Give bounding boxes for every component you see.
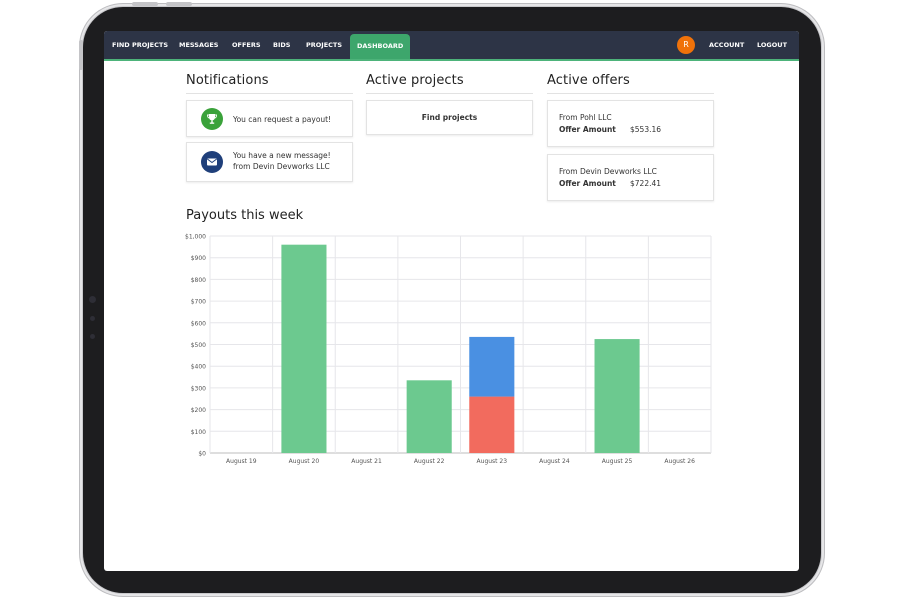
- y-tick-label: $200: [191, 407, 206, 414]
- chart-bar[interactable]: [594, 339, 640, 453]
- offer-from: From Devin Devworks LLC: [559, 167, 657, 176]
- notification-text: You can request a payout!: [233, 115, 332, 124]
- divider: [547, 93, 714, 94]
- sensor-icon: [90, 334, 95, 339]
- active-projects-title: Active projects: [366, 73, 464, 88]
- offer-amount-label: Offer Amount: [559, 125, 616, 134]
- power-button: [166, 2, 192, 6]
- top-navbar: FIND PROJECTS MESSAGES OFFERS BIDS PROJE…: [104, 31, 799, 61]
- y-tick-label: $0: [198, 451, 206, 458]
- y-tick-label: $300: [191, 385, 206, 392]
- find-projects-button[interactable]: Find projects: [367, 113, 532, 122]
- payouts-title: Payouts this week: [186, 208, 304, 223]
- y-tick-label: $500: [191, 342, 206, 349]
- payouts-chart: $0 $100 $200 $300 $400 $500 $600 $700 $800 $900 $1…: [185, 234, 712, 465]
- camera-icon: [89, 296, 96, 303]
- chart-bar[interactable]: [469, 336, 515, 397]
- y-tick-label: $400: [191, 364, 206, 371]
- nav-bids[interactable]: BIDS: [273, 31, 290, 59]
- notification-card-payout[interactable]: You can request a payout!: [186, 100, 353, 137]
- offer-from: From Pohl LLC: [559, 113, 612, 122]
- divider: [366, 93, 533, 94]
- trophy-icon: [201, 108, 223, 130]
- x-tick-label: August 25: [602, 458, 633, 465]
- x-tick-label: August 21: [351, 458, 382, 465]
- y-tick-label: $600: [191, 320, 206, 327]
- nav-logout[interactable]: LOGOUT: [757, 31, 787, 59]
- find-projects-card[interactable]: Find projects: [366, 100, 533, 135]
- notification-text: You have a new message! from Devin Devwo…: [233, 150, 331, 172]
- x-tick-label: August 22: [414, 458, 445, 465]
- offer-card[interactable]: From Pohl LLC Offer Amount $553.16: [547, 100, 714, 147]
- chart-bar[interactable]: [469, 396, 515, 453]
- offer-amount: $722.41: [630, 179, 662, 188]
- y-tick-label: $1,000: [185, 234, 206, 241]
- y-tick-label: $900: [191, 255, 206, 262]
- avatar[interactable]: R: [677, 36, 695, 54]
- sensor-icon: [90, 316, 95, 321]
- side-button: [79, 40, 83, 70]
- active-offers-title: Active offers: [547, 73, 630, 88]
- envelope-icon: [201, 151, 223, 173]
- divider: [186, 93, 353, 94]
- offer-amount: $553.16: [630, 125, 662, 134]
- offer-amount-label: Offer Amount: [559, 179, 616, 188]
- nav-account[interactable]: ACCOUNT: [709, 31, 744, 59]
- notification-card-message[interactable]: You have a new message! from Devin Devwo…: [186, 142, 353, 182]
- y-tick-label: $800: [191, 277, 206, 284]
- app-screen: FIND PROJECTS MESSAGES OFFERS BIDS PROJE…: [104, 31, 799, 571]
- y-tick-label: $700: [191, 299, 206, 306]
- nav-projects[interactable]: PROJECTS: [306, 31, 342, 59]
- nav-find-projects[interactable]: FIND PROJECTS: [112, 31, 168, 59]
- x-tick-label: August 23: [477, 458, 508, 465]
- notification-line-2: from Devin Devworks LLC: [233, 162, 330, 171]
- x-tick-label: August 26: [664, 458, 695, 465]
- x-tick-label: August 24: [539, 458, 570, 465]
- offer-card[interactable]: From Devin Devworks LLC Offer Amount $72…: [547, 154, 714, 201]
- y-tick-label: $100: [191, 429, 206, 436]
- notification-line-1: You have a new message!: [233, 151, 331, 160]
- x-tick-label: August 20: [289, 458, 320, 465]
- x-tick-label: August 19: [226, 458, 257, 465]
- notifications-title: Notifications: [186, 73, 269, 88]
- chart-bar[interactable]: [406, 380, 452, 453]
- chart-bar[interactable]: [281, 244, 327, 453]
- nav-messages[interactable]: MESSAGES: [179, 31, 218, 59]
- nav-dashboard[interactable]: DASHBOARD: [350, 34, 411, 59]
- nav-offers[interactable]: OFFERS: [232, 31, 261, 59]
- volume-button: [132, 2, 158, 6]
